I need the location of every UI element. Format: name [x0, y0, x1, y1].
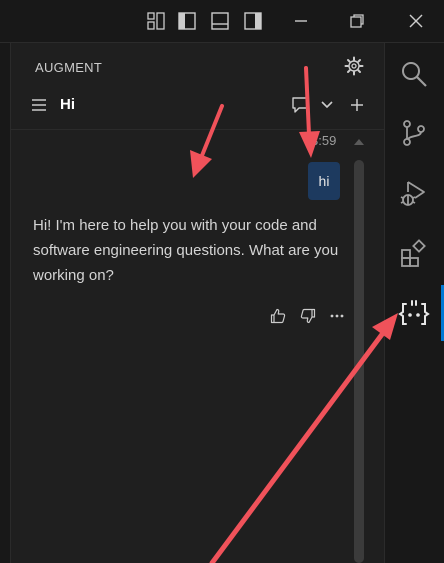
search-icon[interactable] — [395, 55, 433, 93]
run-debug-icon[interactable] — [395, 175, 433, 213]
source-control-icon[interactable] — [395, 114, 433, 152]
thread-title: Hi — [60, 96, 75, 113]
activity-bar — [385, 43, 444, 563]
toggle-secondary-sidebar-icon[interactable] — [239, 7, 267, 35]
restore-icon[interactable] — [343, 7, 371, 35]
scroll-up-arrow-icon[interactable] — [352, 137, 366, 147]
scrollbar-thumb[interactable] — [354, 160, 364, 563]
augment-icon[interactable] — [395, 295, 433, 333]
extensions-icon[interactable] — [395, 235, 433, 273]
scrollbar-track[interactable] — [354, 160, 364, 563]
panel-title: AUGMENT — [35, 60, 103, 75]
assistant-reply: Hi! I'm here to help you with your code … — [33, 217, 339, 284]
more-options-icon[interactable] — [326, 305, 348, 327]
toggle-primary-sidebar-icon[interactable] — [173, 7, 201, 35]
thumbs-up-icon[interactable] — [267, 305, 289, 327]
minimize-icon[interactable] — [287, 7, 315, 35]
thumbs-down-icon[interactable] — [297, 305, 319, 327]
chat-bubble-icon[interactable] — [289, 94, 311, 116]
message-timestamp: 3:59 — [311, 133, 337, 148]
title-bar — [0, 0, 444, 43]
new-thread-plus-icon[interactable] — [346, 94, 368, 116]
chevron-down-icon[interactable] — [316, 94, 338, 116]
settings-gear-icon[interactable] — [343, 55, 365, 77]
user-message-bubble: hi — [308, 162, 340, 200]
header-divider — [11, 129, 384, 130]
toggle-panel-icon[interactable] — [206, 7, 234, 35]
augment-panel: AUGMENT Hi 3:59 hi Hi! I'm here to help … — [11, 43, 385, 563]
close-icon[interactable] — [402, 7, 430, 35]
hamburger-menu-icon[interactable] — [29, 95, 49, 115]
customize-layout-icon[interactable] — [142, 7, 170, 35]
editor-gutter — [0, 43, 11, 563]
